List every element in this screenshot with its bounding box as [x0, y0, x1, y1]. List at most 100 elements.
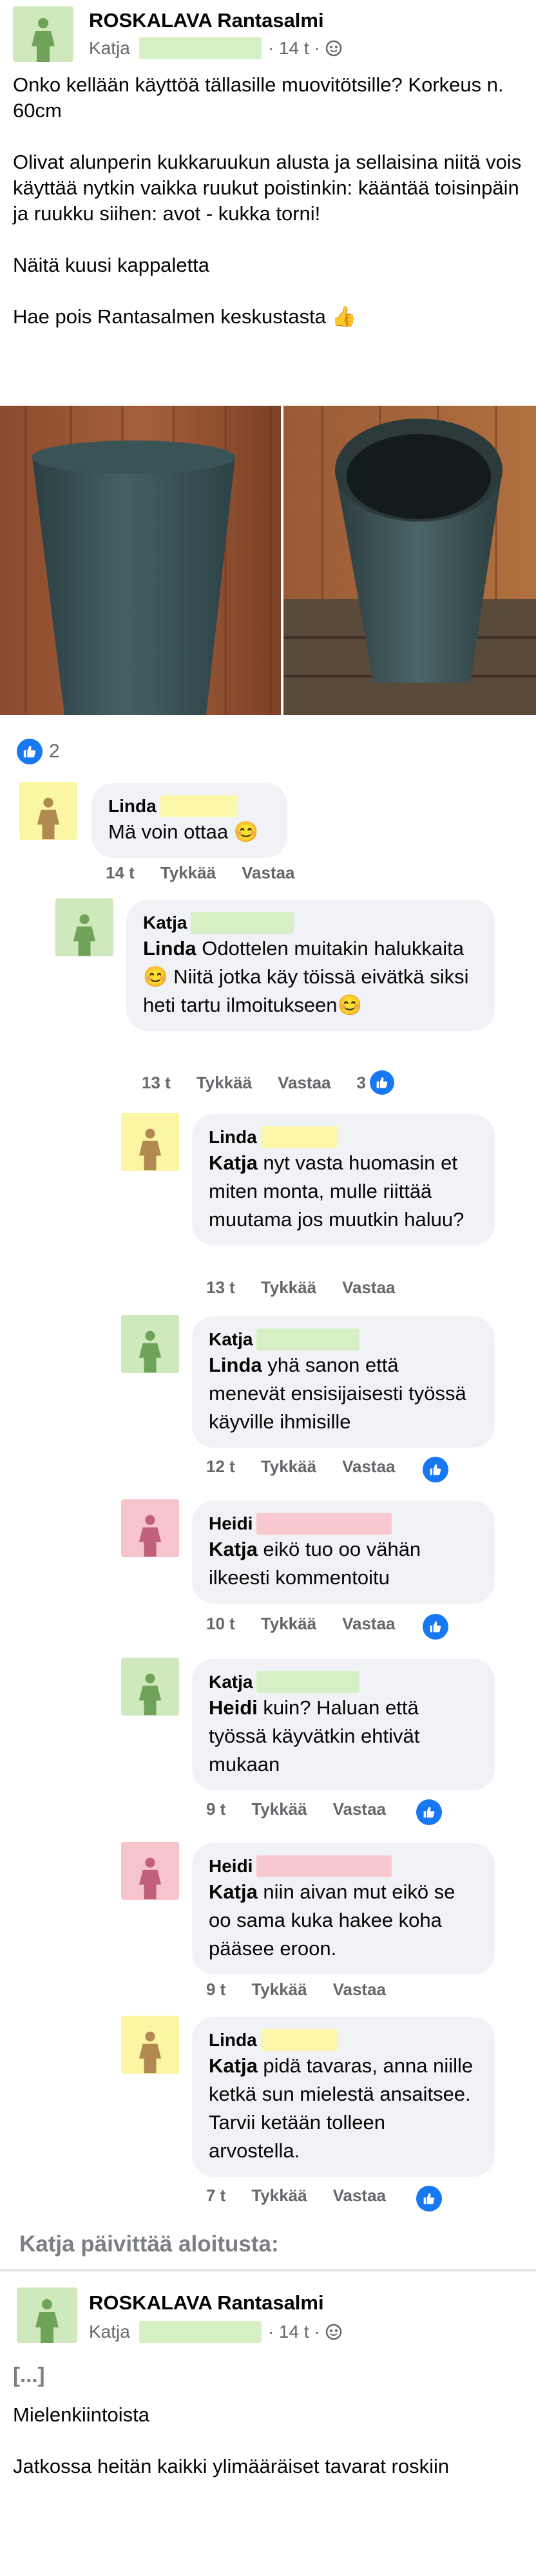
comment-avatar[interactable] — [55, 898, 113, 956]
reaction-summary[interactable]: 2 — [17, 739, 60, 764]
person-icon — [139, 1857, 162, 1900]
comment-author[interactable]: Heidi — [209, 1512, 478, 1535]
comment-avatar[interactable] — [121, 1658, 179, 1716]
page-name[interactable]: ROSKALAVA Rantasalmi — [89, 9, 324, 32]
name-redaction — [139, 37, 262, 59]
comment-reaction-count[interactable]: 3 — [356, 1070, 394, 1095]
person-icon — [139, 1128, 162, 1171]
update-ellipsis: [...] — [13, 2363, 45, 2387]
like-button[interactable]: Tykkää — [251, 1799, 307, 1819]
name-redaction — [191, 912, 294, 934]
name-redaction — [260, 1126, 338, 1148]
post-time[interactable]: · 14 t · — [268, 38, 320, 59]
reply-button[interactable]: Vastaa — [242, 863, 294, 883]
comment-time[interactable]: 10 t — [206, 1614, 235, 1634]
comment-bubble: Linda Katja pidä tavaras, anna niille ke… — [192, 2017, 495, 2177]
comment-actions: 9 t Tykkää Vastaa — [206, 1980, 412, 2000]
comment-bubble: Heidi Katja niin aivan mut eikö se oo sa… — [192, 1843, 495, 1975]
person-icon — [139, 2031, 162, 2074]
name-redaction — [139, 2321, 262, 2343]
reaction-count: 2 — [49, 741, 60, 762]
like-icon[interactable] — [423, 1614, 448, 1640]
post-meta: Katja · 14 t · — [89, 37, 342, 59]
like-button[interactable]: Tykkää — [251, 1980, 307, 2000]
post-time[interactable]: · 14 t · — [268, 2322, 320, 2342]
like-icon — [17, 739, 43, 764]
comment-author[interactable]: Katja — [209, 1671, 478, 1694]
reply-button[interactable]: Vastaa — [342, 1457, 395, 1477]
comment-avatar[interactable] — [121, 1499, 179, 1557]
name-redaction — [256, 1855, 392, 1877]
comment-author[interactable]: Katja — [209, 1328, 478, 1351]
like-icon[interactable] — [423, 1457, 448, 1482]
globe-icon — [325, 2324, 342, 2340]
like-button[interactable]: Tykkää — [251, 2186, 307, 2206]
comment-actions: 13 t Tykkää Vastaa 3 — [142, 1070, 394, 1095]
person-icon — [73, 914, 96, 956]
name-redaction — [256, 1671, 360, 1693]
like-icon — [369, 1070, 394, 1095]
like-icon[interactable] — [416, 1799, 442, 1825]
comment-author[interactable]: Linda — [209, 1126, 478, 1149]
update-title: Katja päivittää aloitusta: — [19, 2231, 279, 2257]
divider — [0, 2269, 536, 2271]
comment-author[interactable]: Linda — [108, 795, 271, 818]
reply-button[interactable]: Vastaa — [278, 1073, 330, 1093]
page-avatar[interactable] — [13, 6, 73, 62]
like-button[interactable]: Tykkää — [261, 1614, 316, 1634]
like-button[interactable]: Tykkää — [160, 863, 216, 883]
comment-bubble: Katja Heidi kuin? Haluan että työssä käy… — [192, 1659, 495, 1790]
comment-author[interactable]: Linda — [209, 2029, 478, 2052]
comment-text: Linda Odottelen muitakin halukkaita😊 Nii… — [143, 937, 469, 1016]
comment-actions: 13 t Tykkää Vastaa — [206, 1278, 421, 1298]
comment-bubble: Linda Katja nyt vasta huomasin et miten … — [192, 1114, 495, 1245]
name-redaction — [256, 1513, 392, 1535]
comment-time[interactable]: 9 t — [206, 1799, 225, 1819]
person-icon — [139, 1331, 162, 1373]
like-button[interactable]: Tykkää — [261, 1457, 316, 1477]
comment-text: Heidi kuin? Haluan että työssä käyvätkin… — [209, 1696, 420, 1776]
post-author[interactable]: Katja — [89, 38, 130, 59]
comment-time[interactable]: 7 t — [206, 2186, 225, 2206]
name-redaction — [256, 1329, 360, 1350]
comment-actions: 10 t Tykkää Vastaa — [206, 1614, 421, 1634]
comment-text: Mä voin ottaa 😊 — [108, 820, 259, 843]
comment-avatar[interactable] — [121, 2016, 179, 2074]
comment-avatar[interactable] — [121, 1842, 179, 1900]
comment-time[interactable]: 14 t — [106, 863, 135, 883]
post-photo-right[interactable] — [283, 406, 536, 715]
reply-button[interactable]: Vastaa — [333, 2186, 386, 2206]
person-icon — [32, 18, 55, 62]
comment-actions: 7 t Tykkää Vastaa — [206, 2186, 412, 2206]
comment-actions: 14 t Tykkää Vastaa — [106, 863, 320, 883]
person-icon — [35, 2299, 59, 2343]
reply-button[interactable]: Vastaa — [333, 1799, 386, 1819]
comment-bubble: Heidi Katja eikö tuo oo vähän ilkeesti k… — [192, 1501, 495, 1604]
comment-avatar[interactable] — [121, 1113, 179, 1171]
post-author[interactable]: Katja — [89, 2322, 130, 2342]
post-photo-left[interactable] — [0, 406, 281, 715]
like-button[interactable]: Tykkää — [196, 1073, 252, 1093]
reply-button[interactable]: Vastaa — [333, 1980, 386, 2000]
like-button[interactable]: Tykkää — [261, 1278, 316, 1298]
page-name[interactable]: ROSKALAVA Rantasalmi — [89, 2291, 324, 2315]
comment-avatar[interactable] — [19, 782, 77, 840]
comment-author[interactable]: Katja — [143, 911, 478, 934]
page-avatar[interactable] — [17, 2287, 77, 2343]
comment-text: Katja eikö tuo oo vähän ilkeesti komment… — [209, 1538, 421, 1589]
like-icon[interactable] — [416, 2186, 442, 2211]
comment-time[interactable]: 13 t — [142, 1073, 171, 1093]
reply-button[interactable]: Vastaa — [342, 1614, 395, 1634]
person-icon — [37, 797, 60, 840]
comment-time[interactable]: 9 t — [206, 1980, 225, 2000]
reply-button[interactable]: Vastaa — [342, 1278, 395, 1298]
comment-actions: 9 t Tykkää Vastaa — [206, 1799, 412, 1819]
name-redaction — [160, 795, 238, 817]
comment-bubble: Katja Linda yhä sanon että menevät ensis… — [192, 1316, 495, 1448]
comment-time[interactable]: 12 t — [206, 1457, 235, 1477]
comment-text: Katja nyt vasta huomasin et miten monta,… — [209, 1151, 464, 1231]
comment-author[interactable]: Heidi — [209, 1855, 478, 1878]
comment-avatar[interactable] — [121, 1315, 179, 1373]
comment-time[interactable]: 13 t — [206, 1278, 235, 1298]
comment-bubble: Linda Mä voin ottaa 😊 — [91, 783, 287, 858]
